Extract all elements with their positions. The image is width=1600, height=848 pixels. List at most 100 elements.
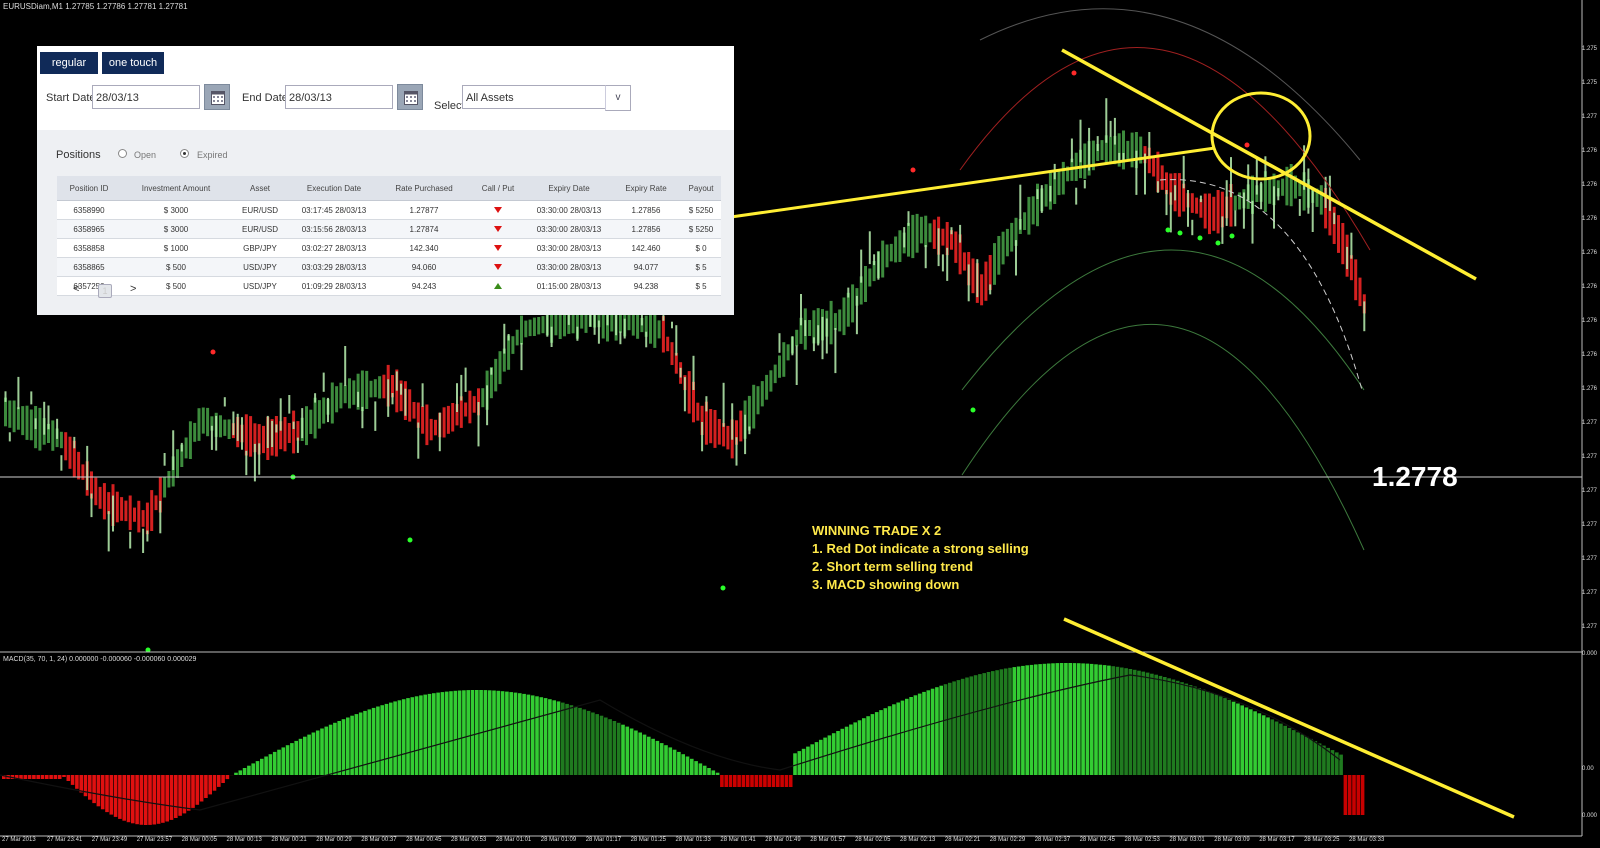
col-position-id[interactable]: Position ID: [57, 176, 121, 201]
candle-wick: [1234, 210, 1237, 227]
macd-bar: [436, 692, 440, 775]
start-date-field[interactable]: 28/03/13: [92, 85, 200, 109]
table-cell-id: 6358965: [57, 219, 121, 239]
price-bar: [442, 407, 446, 438]
macd-bar: [32, 775, 36, 779]
end-date-field[interactable]: 28/03/13: [285, 85, 393, 109]
col-rate-purchased[interactable]: Rate Purchased: [379, 176, 469, 201]
table-row[interactable]: 6358865 $ 500 USD/JPY 03:03:29 28/03/13 94.0…: [57, 257, 721, 277]
macd-bar: [1206, 691, 1210, 775]
macd-bar: [1016, 666, 1021, 775]
radio-open[interactable]: [118, 149, 127, 158]
candle-wick: [804, 320, 807, 336]
end-date-label: End Date: [242, 92, 288, 104]
table-row[interactable]: 6358990 $ 3000 EUR/USD 03:17:45 28/03/13 1.2…: [57, 200, 721, 220]
macd-bar: [629, 728, 634, 775]
candle-wick: [834, 328, 837, 374]
asset-select[interactable]: All Assets: [462, 85, 606, 109]
macd-bar: [1150, 673, 1154, 775]
macd-bar: [771, 775, 776, 787]
tab-one-touch[interactable]: one touch: [102, 52, 164, 74]
candle-wick: [675, 325, 678, 356]
col-investment-amount[interactable]: Investment Amount: [121, 176, 231, 201]
price-bar: [133, 507, 136, 522]
macd-bar: [870, 714, 875, 775]
macd-bar: [303, 736, 307, 775]
price-bar: [829, 300, 833, 345]
price-bar: [317, 400, 321, 429]
macd-bar: [1236, 703, 1240, 775]
macd-bar: [1296, 732, 1300, 775]
table-row[interactable]: 6358858 $ 1000 GBP/JPY 03:02:27 28/03/13 142…: [57, 238, 721, 258]
candle-wick: [1187, 190, 1189, 227]
price-bar: [1203, 193, 1207, 229]
candle-wick: [47, 405, 50, 430]
macd-bar: [1175, 680, 1180, 775]
macd-bar: [784, 775, 789, 787]
candle-wick: [576, 326, 579, 341]
macd-bar: [1111, 666, 1115, 775]
pager-prev-button[interactable]: <: [73, 283, 79, 295]
table-row[interactable]: 6357250 $ 500 USD/JPY 01:09:29 28/03/13 94.2…: [57, 276, 721, 296]
price-bar: [120, 497, 124, 521]
price-bar: [674, 352, 678, 374]
candle-wick: [232, 411, 235, 436]
macd-bar: [152, 775, 157, 825]
price-bar: [68, 436, 72, 469]
macd-bar: [1360, 775, 1365, 815]
macd-bar: [849, 724, 853, 775]
macd-bar: [393, 701, 397, 775]
price-bar: [59, 431, 63, 449]
macd-bar: [677, 751, 681, 775]
col-call-put[interactable]: Call / Put: [469, 176, 527, 201]
table-cell-amount: $ 3000: [121, 219, 231, 239]
table-row[interactable]: 6358965 $ 3000 EUR/USD 03:15:56 28/03/13 1.2…: [57, 219, 721, 239]
macd-bar: [780, 775, 784, 787]
candle-wick: [1199, 195, 1202, 203]
price-bar: [1122, 130, 1125, 170]
price-bar: [494, 358, 498, 392]
symbol-header: EURUSDiam,M1 1.27785 1.27786 1.27781 1.2…: [3, 2, 188, 11]
pager-page-1[interactable]: 1: [98, 284, 112, 298]
macd-bar: [122, 775, 126, 821]
macd-bar: [234, 772, 238, 775]
macd-bar: [879, 710, 883, 775]
macd-bar: [509, 692, 513, 775]
price-bar: [532, 317, 536, 336]
macd-bar: [556, 701, 561, 775]
put-arrow-icon: [494, 206, 502, 213]
pager-next-button[interactable]: >: [130, 283, 136, 295]
start-date-label: Start Date: [46, 92, 96, 104]
col-asset[interactable]: Asset: [231, 176, 289, 201]
price-bar: [451, 403, 455, 432]
start-date-calendar-button[interactable]: [204, 84, 230, 110]
macd-bar: [952, 681, 956, 775]
col-payout[interactable]: Payout: [681, 176, 721, 201]
macd-bar: [264, 756, 268, 775]
col-expiry-date[interactable]: Expiry Date: [527, 176, 611, 201]
macd-bar: [647, 736, 651, 775]
candle-wick: [959, 224, 962, 243]
table-cell-rate: 142.340: [379, 238, 469, 258]
price-axis-label: 1.275: [1582, 80, 1598, 86]
price-bar: [1100, 140, 1104, 160]
put-arrow-icon: [494, 244, 502, 251]
end-date-calendar-button[interactable]: [397, 84, 423, 110]
time-axis-label: 28 Mar 02:29: [989, 837, 1026, 843]
tab-regular[interactable]: regular: [40, 52, 98, 74]
col-expiry-rate[interactable]: Expiry Rate: [611, 176, 681, 201]
asset-select-arrow[interactable]: v: [605, 85, 631, 111]
time-axis-label: 27 Mar 23:41: [46, 837, 83, 843]
radio-expired[interactable]: [180, 149, 189, 158]
price-bar: [980, 274, 984, 306]
macd-bar: [165, 775, 169, 822]
price-bar: [687, 371, 691, 414]
price-bar: [425, 404, 429, 446]
candle-wick: [821, 316, 824, 360]
macd-bar: [131, 775, 135, 824]
outer-band-lower: [961, 323, 1365, 551]
table-cell-exp-rate: 94.238: [611, 276, 681, 296]
col-execution-date[interactable]: Execution Date: [289, 176, 379, 201]
price-bar: [176, 449, 179, 478]
macd-bar: [1059, 663, 1064, 775]
